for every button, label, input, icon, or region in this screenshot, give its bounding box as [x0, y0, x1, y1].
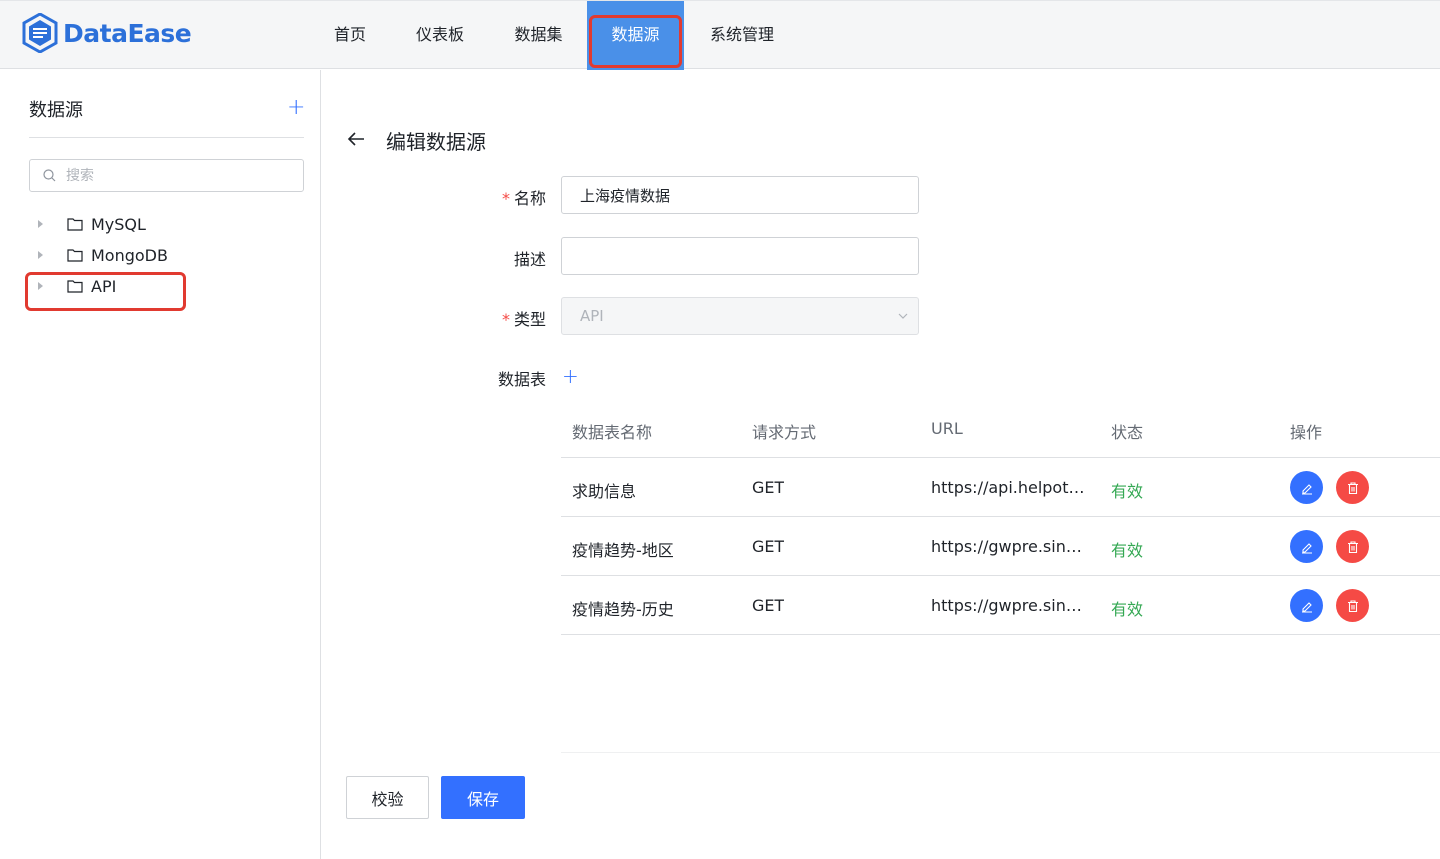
table-bottom-divider	[561, 752, 1440, 753]
table-row: 疫情趋势-地区 GET https://gwpre.sina… 有效	[561, 517, 1440, 576]
cell-name: 求助信息	[572, 482, 637, 501]
cell-url: https://api.helpoth…	[931, 478, 1091, 497]
nav-system-admin[interactable]: 系统管理	[684, 1, 800, 70]
nav-dataset[interactable]: 数据集	[490, 1, 587, 70]
cell-status: 有效	[1111, 482, 1144, 501]
verify-button[interactable]: 校验	[346, 776, 429, 819]
dataease-logo-icon	[22, 13, 58, 53]
edit-icon	[1301, 483, 1312, 495]
sidebar-divider	[29, 137, 304, 138]
description-label: 描述	[513, 250, 546, 269]
search-icon	[43, 169, 56, 182]
save-button[interactable]: 保存	[441, 776, 525, 819]
delete-button[interactable]	[1336, 471, 1369, 504]
trash-icon	[1347, 481, 1358, 494]
name-label: * 名称	[501, 189, 546, 208]
edit-button[interactable]	[1290, 589, 1323, 622]
add-datasource-icon[interactable]: +	[287, 96, 305, 120]
add-table-icon[interactable]: +	[562, 365, 579, 387]
trash-icon	[1347, 599, 1358, 612]
back-arrow-icon[interactable]	[347, 130, 365, 148]
col-header-status: 状态	[1111, 423, 1144, 442]
caret-right-icon[interactable]	[38, 220, 43, 228]
app-logo[interactable]: DataEase	[22, 13, 192, 53]
tables-label: 数据表	[497, 370, 546, 389]
cell-name: 疫情趋势-历史	[572, 600, 674, 619]
type-select-value: API	[580, 307, 604, 325]
tree-highlight-box	[25, 272, 186, 311]
tree-item-mysql[interactable]: MySQL	[38, 212, 146, 236]
search-box	[29, 159, 304, 192]
nav-dashboard[interactable]: 仪表板	[390, 1, 490, 70]
sidebar-title: 数据源	[29, 100, 83, 121]
delete-button[interactable]	[1336, 589, 1369, 622]
col-header-actions: 操作	[1290, 423, 1323, 442]
col-header-name: 数据表名称	[572, 423, 653, 442]
type-label: * 类型	[501, 310, 546, 329]
tree-item-label: MongoDB	[91, 245, 168, 265]
nav-home[interactable]: 首页	[310, 1, 390, 70]
edit-button[interactable]	[1290, 530, 1323, 563]
tree-item-label: MySQL	[91, 214, 146, 234]
search-input[interactable]	[66, 166, 296, 186]
main-content: 编辑数据源 *名称 描述 *类型 API 数据表 + 数据表名称 请求方式 UR…	[322, 70, 1440, 859]
edit-icon	[1301, 601, 1312, 613]
description-input[interactable]	[561, 237, 919, 275]
name-input[interactable]	[561, 176, 919, 214]
cell-method: GET	[752, 478, 785, 497]
folder-icon	[67, 218, 83, 231]
edit-button[interactable]	[1290, 471, 1323, 504]
page-title: 编辑数据源	[386, 130, 486, 154]
table-row: 疫情趋势-历史 GET https://gwpre.sina… 有效	[561, 576, 1440, 635]
top-bar: DataEase 首页 仪表板 数据集 数据源 系统管理	[0, 0, 1440, 70]
delete-button[interactable]	[1336, 530, 1369, 563]
col-header-url: URL	[931, 419, 963, 438]
data-table: 数据表名称 请求方式 URL 状态 操作 求助信息 GET https://ap…	[561, 399, 1440, 635]
cell-url: https://gwpre.sina…	[931, 596, 1091, 615]
cell-status: 有效	[1111, 600, 1144, 619]
cell-status: 有效	[1111, 541, 1144, 560]
sidebar: 数据源 + MySQL MongoDB API	[0, 70, 321, 859]
nav-highlight-box	[589, 15, 682, 68]
tree-item-mongodb[interactable]: MongoDB	[38, 243, 168, 267]
edit-icon	[1301, 542, 1312, 554]
table-header: 数据表名称 请求方式 URL 状态 操作	[561, 399, 1440, 458]
main-nav: 首页 仪表板 数据集 数据源 系统管理	[310, 1, 800, 70]
table-row: 求助信息 GET https://api.helpoth… 有效	[561, 458, 1440, 517]
cell-url: https://gwpre.sina…	[931, 537, 1091, 556]
app-name: DataEase	[63, 18, 192, 48]
cell-method: GET	[752, 537, 785, 556]
cell-name: 疫情趋势-地区	[572, 541, 674, 560]
type-select[interactable]: API	[561, 297, 919, 335]
folder-icon	[67, 249, 83, 262]
cell-method: GET	[752, 596, 785, 615]
caret-right-icon[interactable]	[38, 251, 43, 259]
trash-icon	[1347, 540, 1358, 553]
col-header-method: 请求方式	[752, 423, 817, 442]
chevron-down-icon	[898, 313, 908, 319]
